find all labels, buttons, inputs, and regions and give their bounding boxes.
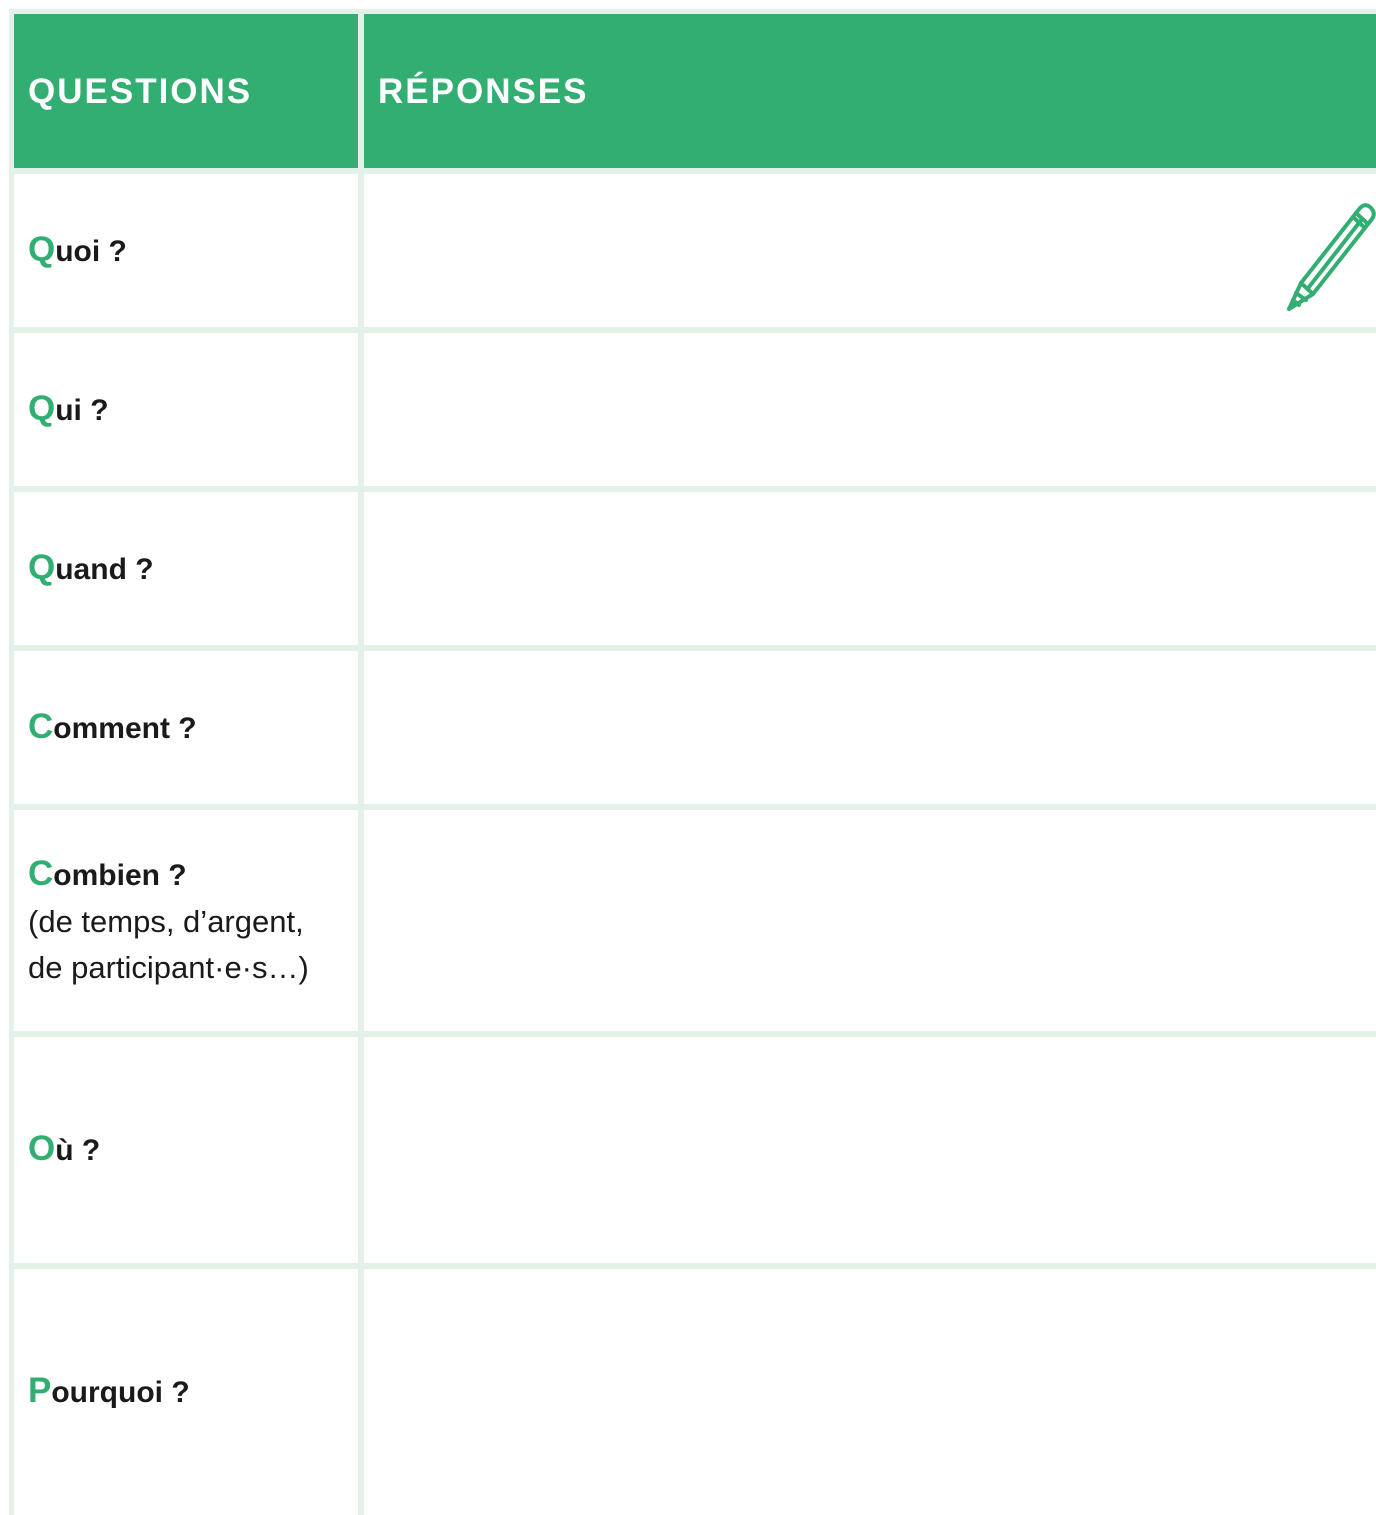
- question-label: Combien ? (de temps, d’argent, de partic…: [28, 851, 309, 991]
- question-initial: O: [28, 1129, 56, 1168]
- question-cell-ou: Où ?: [14, 1037, 358, 1263]
- question-rest: uoi ?: [55, 234, 127, 268]
- question-label: Où ?: [28, 1126, 100, 1174]
- question-rest: ui ?: [55, 393, 109, 427]
- question-rest: ourquoi ?: [51, 1376, 190, 1409]
- question-cell-quoi: Quoi ?: [14, 174, 358, 327]
- question-initial: P: [28, 1371, 52, 1410]
- question-label: Comment ?: [28, 704, 197, 752]
- question-initial: Q: [28, 388, 56, 428]
- questions-header-label: QUESTIONS: [28, 72, 253, 111]
- answer-field-ou[interactable]: [364, 1037, 1376, 1263]
- question-cell-comment: Comment ?: [14, 651, 358, 804]
- questions-answers-table: QUESTIONS RÉPONSES Quoi ? Qui ? Quand ? …: [9, 9, 1376, 1515]
- question-label: Qui ?: [28, 386, 109, 434]
- question-rest: omment ?: [53, 711, 197, 745]
- question-label: Pourquoi ?: [28, 1368, 190, 1416]
- answer-field-quand[interactable]: [364, 492, 1376, 645]
- questions-column-header: QUESTIONS: [14, 14, 358, 168]
- question-initial: C: [28, 706, 54, 746]
- question-initial: Q: [28, 229, 56, 269]
- question-initial: C: [28, 853, 54, 893]
- question-label: Quand ?: [28, 545, 154, 593]
- question-note-line1: (de temps, d’argent,: [28, 903, 304, 939]
- answer-field-qui[interactable]: [364, 333, 1376, 486]
- question-initial: Q: [28, 547, 56, 587]
- answer-field-comment[interactable]: [364, 651, 1376, 804]
- answers-column-header: RÉPONSES: [364, 14, 1376, 168]
- answer-field-quoi[interactable]: [364, 174, 1376, 327]
- answer-field-pourquoi[interactable]: [364, 1269, 1376, 1515]
- question-note-line2: de participant·e·s…): [28, 949, 309, 985]
- answer-field-combien[interactable]: [364, 810, 1376, 1031]
- pencil-icon: [1287, 203, 1376, 311]
- question-cell-pourquoi: Pourquoi ?: [14, 1269, 358, 1515]
- question-cell-combien: Combien ? (de temps, d’argent, de partic…: [14, 810, 358, 1031]
- question-cell-quand: Quand ?: [14, 492, 358, 645]
- question-rest: ombien ?: [53, 858, 187, 892]
- question-cell-qui: Qui ?: [14, 333, 358, 486]
- question-rest: ù ?: [55, 1134, 101, 1167]
- answers-header-label: RÉPONSES: [378, 72, 589, 111]
- question-label: Quoi ?: [28, 227, 127, 275]
- question-rest: uand ?: [55, 552, 154, 586]
